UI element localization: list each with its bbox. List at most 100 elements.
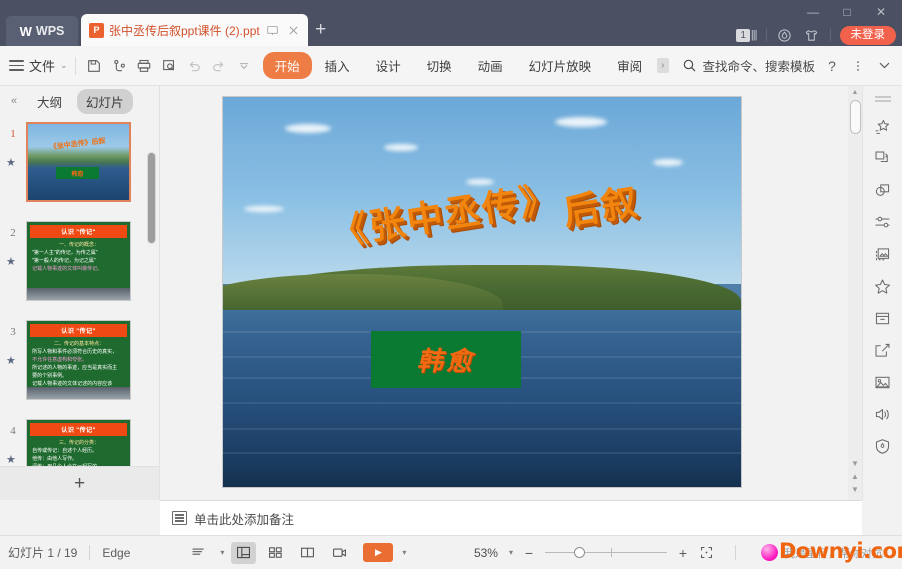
insert-image-icon[interactable]	[868, 366, 898, 398]
picture-album-icon[interactable]	[868, 238, 898, 270]
slide-canvas-area: 《张中丞传》 后叙 韩愈 ▲ ▼ ▲ ▼	[160, 86, 862, 500]
shape-merge-icon[interactable]	[868, 174, 898, 206]
security-shield-icon[interactable]	[868, 430, 898, 462]
tab-design[interactable]: 设计	[363, 52, 414, 79]
language-indicator[interactable]: Edge	[102, 546, 130, 560]
close-icon[interactable]	[286, 22, 302, 38]
zoom-in-button[interactable]: +	[676, 545, 690, 561]
tab-home[interactable]: 开始	[262, 52, 312, 79]
divider	[89, 545, 91, 560]
file-menu-button[interactable]: 文件 ⌄	[0, 56, 68, 75]
more-vertical-icon[interactable]	[849, 57, 867, 75]
tab-outline[interactable]: 大纲	[28, 89, 71, 114]
collapse-left-icon[interactable]: «	[6, 95, 22, 107]
wps-home-button[interactable]: W WPS	[6, 16, 78, 46]
thumbnail-slide-2[interactable]: 2 ★ 认识 "传记" 一、传记的概念： "第一人主"的传记，为传之属" "第一…	[0, 215, 159, 314]
window-close-button[interactable]: ✕	[864, 0, 898, 24]
zoom-level-value[interactable]: 53%	[474, 546, 498, 560]
slide-sorter-icon[interactable]	[263, 542, 288, 564]
thumbnail-slide-4[interactable]: 4 ★ 认识 "传记" 三、传记的分类： 自传或传记：自述个人经历。 他传：由他…	[0, 413, 159, 466]
notes-pane[interactable]: 单击此处添加备注	[160, 500, 862, 535]
chevron-down-icon: ⌄	[60, 60, 68, 70]
archive-box-icon[interactable]	[868, 302, 898, 334]
canvas-scrollbar-thumb[interactable]	[850, 100, 861, 134]
prev-slide-button[interactable]: ▼	[848, 457, 862, 470]
watermark-area: 我是星行，帮你对抗… Downyi.com	[761, 539, 902, 563]
assistant-avatar[interactable]	[761, 544, 778, 561]
zoom-slider-knob[interactable]	[574, 547, 585, 558]
save-icon[interactable]	[83, 55, 105, 77]
shape-combine-icon[interactable]	[868, 142, 898, 174]
slide-number: 3	[10, 326, 16, 338]
thumb-footer-band	[27, 387, 130, 399]
present-monitor-icon[interactable]	[265, 22, 281, 38]
skin-tshirt-icon[interactable]	[803, 26, 821, 44]
zoom-slider[interactable]	[545, 546, 667, 560]
print-preview-icon[interactable]	[158, 55, 180, 77]
file-menu-label: 文件	[29, 59, 56, 74]
customize-caret-icon[interactable]	[233, 55, 255, 77]
presenter-view-icon[interactable]	[327, 542, 352, 564]
wps-presentation-window: W WPS P 张中丞传后叙ppt课件 (2).ppt + — □ ✕ 1 ||…	[0, 0, 902, 569]
login-button[interactable]: 未登录	[839, 25, 896, 45]
tab-review[interactable]: 审阅	[604, 52, 655, 79]
tab-insert[interactable]: 插入	[312, 52, 363, 79]
new-tab-button[interactable]: +	[308, 14, 334, 46]
zoom-caret-icon[interactable]: ▾	[509, 548, 513, 557]
favorite-star-icon[interactable]	[868, 270, 898, 302]
cloud-sync-icon[interactable]	[776, 26, 794, 44]
title-bar: W WPS P 张中丞传后叙ppt课件 (2).ppt + — □ ✕ 1 ||…	[0, 0, 902, 46]
animation-star-icon[interactable]	[868, 110, 898, 142]
tab-transition[interactable]: 切换	[414, 52, 465, 79]
share-export-icon[interactable]	[868, 334, 898, 366]
slide-thumbnail-panel: « 大纲 幻灯片 1 ★ 《张中丞传》后叙 韩愈 2 ★ 认识 "传记" 一、传…	[0, 86, 160, 500]
scroll-down-arrow-icon[interactable]: ▼	[848, 483, 862, 496]
divider	[765, 28, 767, 42]
tab-slideshow[interactable]: 幻灯片放映	[516, 52, 605, 79]
print-icon[interactable]	[133, 55, 155, 77]
thumbnail-slide-1[interactable]: 1 ★ 《张中丞传》后叙 韩愈	[0, 116, 159, 215]
thumb-line: "第一人主"的传记，为传之属"	[32, 249, 98, 256]
tab-animation[interactable]: 动画	[465, 52, 516, 79]
current-slide[interactable]: 《张中丞传》 后叙 韩愈	[223, 97, 741, 487]
scroll-up-arrow-icon[interactable]: ▲	[848, 86, 862, 98]
search-command-box[interactable]: 查找命令、搜索模板	[680, 56, 815, 75]
thumb-heading: 认识 "传记"	[30, 423, 127, 437]
slideshow-caret-icon[interactable]: ▾	[402, 548, 406, 557]
add-slide-button[interactable]: +	[0, 466, 159, 500]
cloud-share-icon[interactable]	[108, 55, 130, 77]
animation-marker-icon: ★	[6, 355, 16, 367]
fit-to-window-icon[interactable]	[699, 545, 714, 560]
search-placeholder-text: 查找命令、搜索模板	[702, 60, 815, 74]
view-caret-icon[interactable]: ▾	[220, 548, 224, 557]
normal-view-icon[interactable]	[231, 541, 257, 564]
page-badge: 1	[736, 28, 750, 42]
slide-author-box[interactable]: 韩愈	[370, 331, 521, 388]
maximize-button[interactable]: □	[830, 0, 864, 24]
page-count-indicator[interactable]: 1 |||	[736, 28, 757, 42]
thumbnail-image: 《张中丞传》后叙 韩愈	[26, 122, 131, 202]
adjust-sliders-icon[interactable]	[868, 206, 898, 238]
document-tab[interactable]: P 张中丞传后叙ppt课件 (2).ppt	[81, 14, 308, 46]
tab-slides[interactable]: 幻灯片	[77, 88, 133, 114]
help-question-icon[interactable]: ?	[823, 57, 841, 75]
audio-speaker-icon[interactable]	[868, 398, 898, 430]
undo-icon[interactable]	[183, 55, 205, 77]
thumbnail-slide-3[interactable]: 3 ★ 认识 "传记" 二、传记的基本特点： 所写人物和事件必须符合历史的真实，…	[0, 314, 159, 413]
animation-marker-icon: ★	[6, 256, 16, 268]
reading-view-icon[interactable]	[295, 542, 320, 564]
next-slide-button[interactable]: ▲	[848, 470, 862, 483]
redo-icon[interactable]	[208, 55, 230, 77]
collapse-ribbon-chevron-down-icon[interactable]	[875, 57, 893, 75]
reading-lines-icon[interactable]	[186, 542, 211, 564]
view-switcher: ▾ ▶ ▾	[186, 541, 406, 564]
start-slideshow-button[interactable]: ▶	[363, 543, 394, 562]
thumbnail-list[interactable]: 1 ★ 《张中丞传》后叙 韩愈 2 ★ 认识 "传记" 一、传记的概念： "第一…	[0, 116, 159, 466]
thumbnail-scrollbar-thumb[interactable]	[147, 152, 156, 244]
zoom-out-button[interactable]: −	[522, 545, 536, 561]
canvas-vertical-scrollbar[interactable]: ▲ ▼ ▲ ▼	[848, 86, 862, 500]
more-tabs-button[interactable]: ›	[657, 58, 669, 73]
thumb-line: "第一般人的传记，为记之属"	[32, 257, 96, 264]
animation-marker-icon: ★	[6, 454, 16, 466]
minimize-button[interactable]: —	[796, 0, 830, 24]
